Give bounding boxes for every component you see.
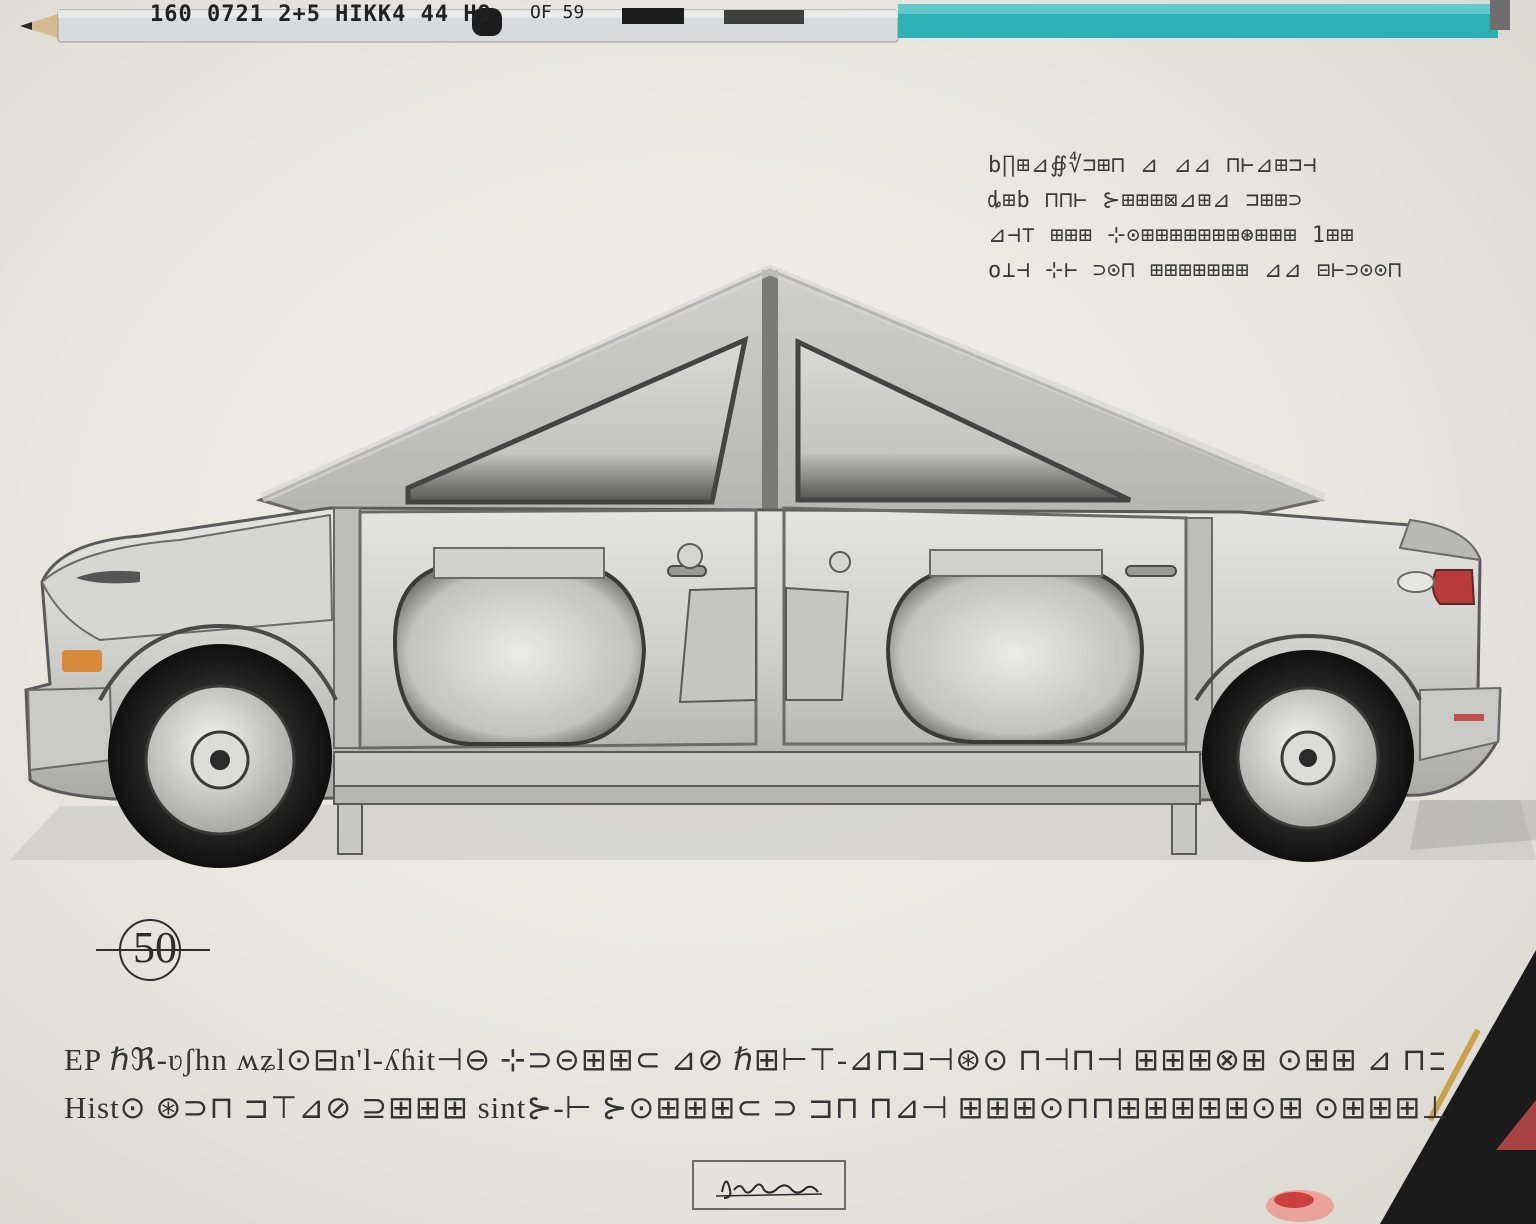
sill-leg-rear [1171, 803, 1197, 855]
fingernail [1274, 1192, 1314, 1208]
page-mark-number: 50 [133, 923, 177, 972]
rear-door-cutout [885, 564, 1145, 744]
pencil-imprint-1: 160 0721 2+5 HIKK4 44 H9 [150, 2, 492, 27]
rear-wheel [1202, 650, 1414, 862]
pencil-teal-highlight [898, 4, 1498, 14]
signature-box [692, 1160, 846, 1210]
front-door-cutout [392, 560, 647, 746]
pencil-lead [20, 22, 32, 30]
front-hub-center [210, 750, 230, 770]
rear-door-handle [1125, 565, 1177, 577]
side-sill [333, 751, 1201, 787]
front-pillar [333, 507, 361, 749]
drawing-scene: 160 0721 2+5 HIKK4 44 H9 OF 59 b∏⊞⊿∯∜⊐⊞⊓… [0, 0, 1536, 1224]
caption-line: EP ℏℜ-ʋʃhn ʍʑl⊙⊟n'l-ʎɦit⊣⊖ ⊹⊃⊝⊞⊞⊂ ⊿⊘ ℏ⊞⊢… [64, 1042, 1444, 1077]
rear-cutout-cap [929, 549, 1103, 577]
front-bumper [26, 686, 114, 772]
rear-door-lock [829, 551, 851, 573]
fuel-cap [1397, 571, 1435, 593]
pencil-barcode [724, 10, 804, 24]
front-wheel [108, 644, 332, 868]
caption-line: Hist⊙ ⊛⊃⊓ ⊐⊤⊿⊘ ⊇⊞⊞⊞ sint⊱-⊢ ⊱⊙⊞⊞⊞⊂ ⊃ ⊐⊓ … [64, 1090, 1444, 1125]
sill-base [333, 785, 1201, 805]
note-line: b∏⊞⊿∯∜⊐⊞⊓ ⊿ ⊿⊿ ⊓⊢⊿⊞⊐⊣ [988, 153, 1318, 178]
handwritten-notes: b∏⊞⊿∯∜⊐⊞⊓ ⊿ ⊿⊿ ⊓⊢⊿⊞⊐⊣ ȡ⊞b ⊓⊓⊢ ⊱⊞⊞⊞⊠⊿⊞⊿ ⊐… [988, 148, 1438, 288]
front-door-lock [677, 543, 703, 569]
signature-scribble [715, 1180, 823, 1199]
note-line: ⊿⊣⊤ ⊞⊞⊞ ⊹⊙⊞⊞⊞⊞⊞⊞⊞⊛⊞⊞⊞ 1⊞⊞ [988, 223, 1355, 248]
rear-door-panel [785, 586, 850, 701]
front-cutout-cap [433, 547, 605, 579]
page-mark: 50 [98, 918, 214, 982]
taillight [1431, 569, 1476, 605]
note-line: ȡ⊞b ⊓⊓⊢ ⊱⊞⊞⊞⊠⊿⊞⊿ ⊐⊞⊞⊃ [988, 188, 1303, 213]
pencil-imprint-2: OF 59 [530, 2, 585, 23]
pencil-cap [1490, 0, 1510, 30]
handwritten-caption: EP ℏℜ-ʋʃhn ʍʑl⊙⊟n'l-ʎɦit⊣⊖ ⊹⊃⊝⊞⊞⊂ ⊿⊘ ℏ⊞⊢… [64, 1036, 1444, 1132]
sill-leg-front [337, 803, 363, 855]
rear-hub-center [1299, 749, 1317, 767]
front-door-panel [678, 586, 757, 704]
front-indicator [62, 650, 102, 672]
note-line: ο⊥⊣ ⊹⊢ ⊃⊙⊓ ⊞⊞⊞⊞⊞⊞⊞ ⊿⊿ ⊟⊢⊃⊙⊙⊓ [988, 258, 1403, 283]
rear-pillar [1185, 517, 1213, 755]
pencil-clip [622, 8, 684, 24]
rear-reflector [1454, 714, 1484, 721]
